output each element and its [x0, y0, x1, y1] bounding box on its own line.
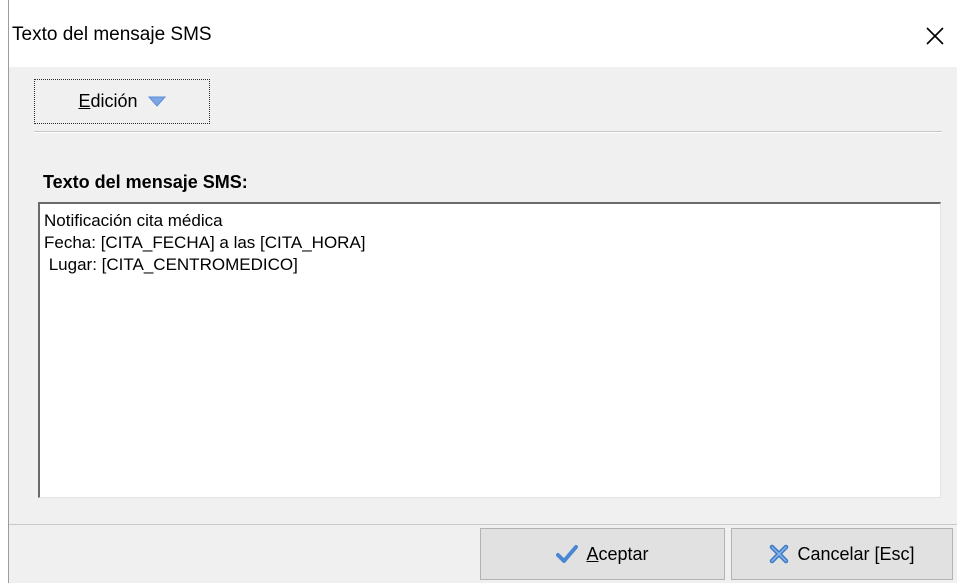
accept-button[interactable]: Aceptar: [480, 528, 725, 580]
message-field-label: Texto del mensaje SMS:: [43, 172, 248, 192]
window-title: Texto del mensaje SMS: [12, 24, 212, 45]
check-icon: [556, 545, 579, 563]
background-strip: [0, 0, 8, 583]
menu-toolbar: Edición: [9, 67, 957, 140]
sms-text-dialog: Texto del mensaje SMS Edición Texto del …: [8, 0, 957, 583]
chevron-down-icon: [147, 96, 166, 107]
close-button[interactable]: [912, 16, 957, 56]
footer-divider: [9, 524, 957, 525]
title-bar: Texto del mensaje SMS: [9, 0, 957, 67]
cancel-button[interactable]: Cancelar [Esc]: [731, 528, 953, 580]
close-icon: [926, 27, 944, 45]
edit-menu-button[interactable]: Edición: [34, 79, 210, 124]
cancel-button-label: Cancelar [Esc]: [797, 543, 915, 564]
accept-button-label: Aceptar: [586, 543, 649, 564]
x-icon: [770, 544, 789, 564]
edit-menu-label: Edición: [78, 91, 138, 111]
menu-divider: [34, 131, 942, 133]
sms-message-textarea[interactable]: Notificación cita médica Fecha: [CITA_FE…: [38, 202, 941, 498]
